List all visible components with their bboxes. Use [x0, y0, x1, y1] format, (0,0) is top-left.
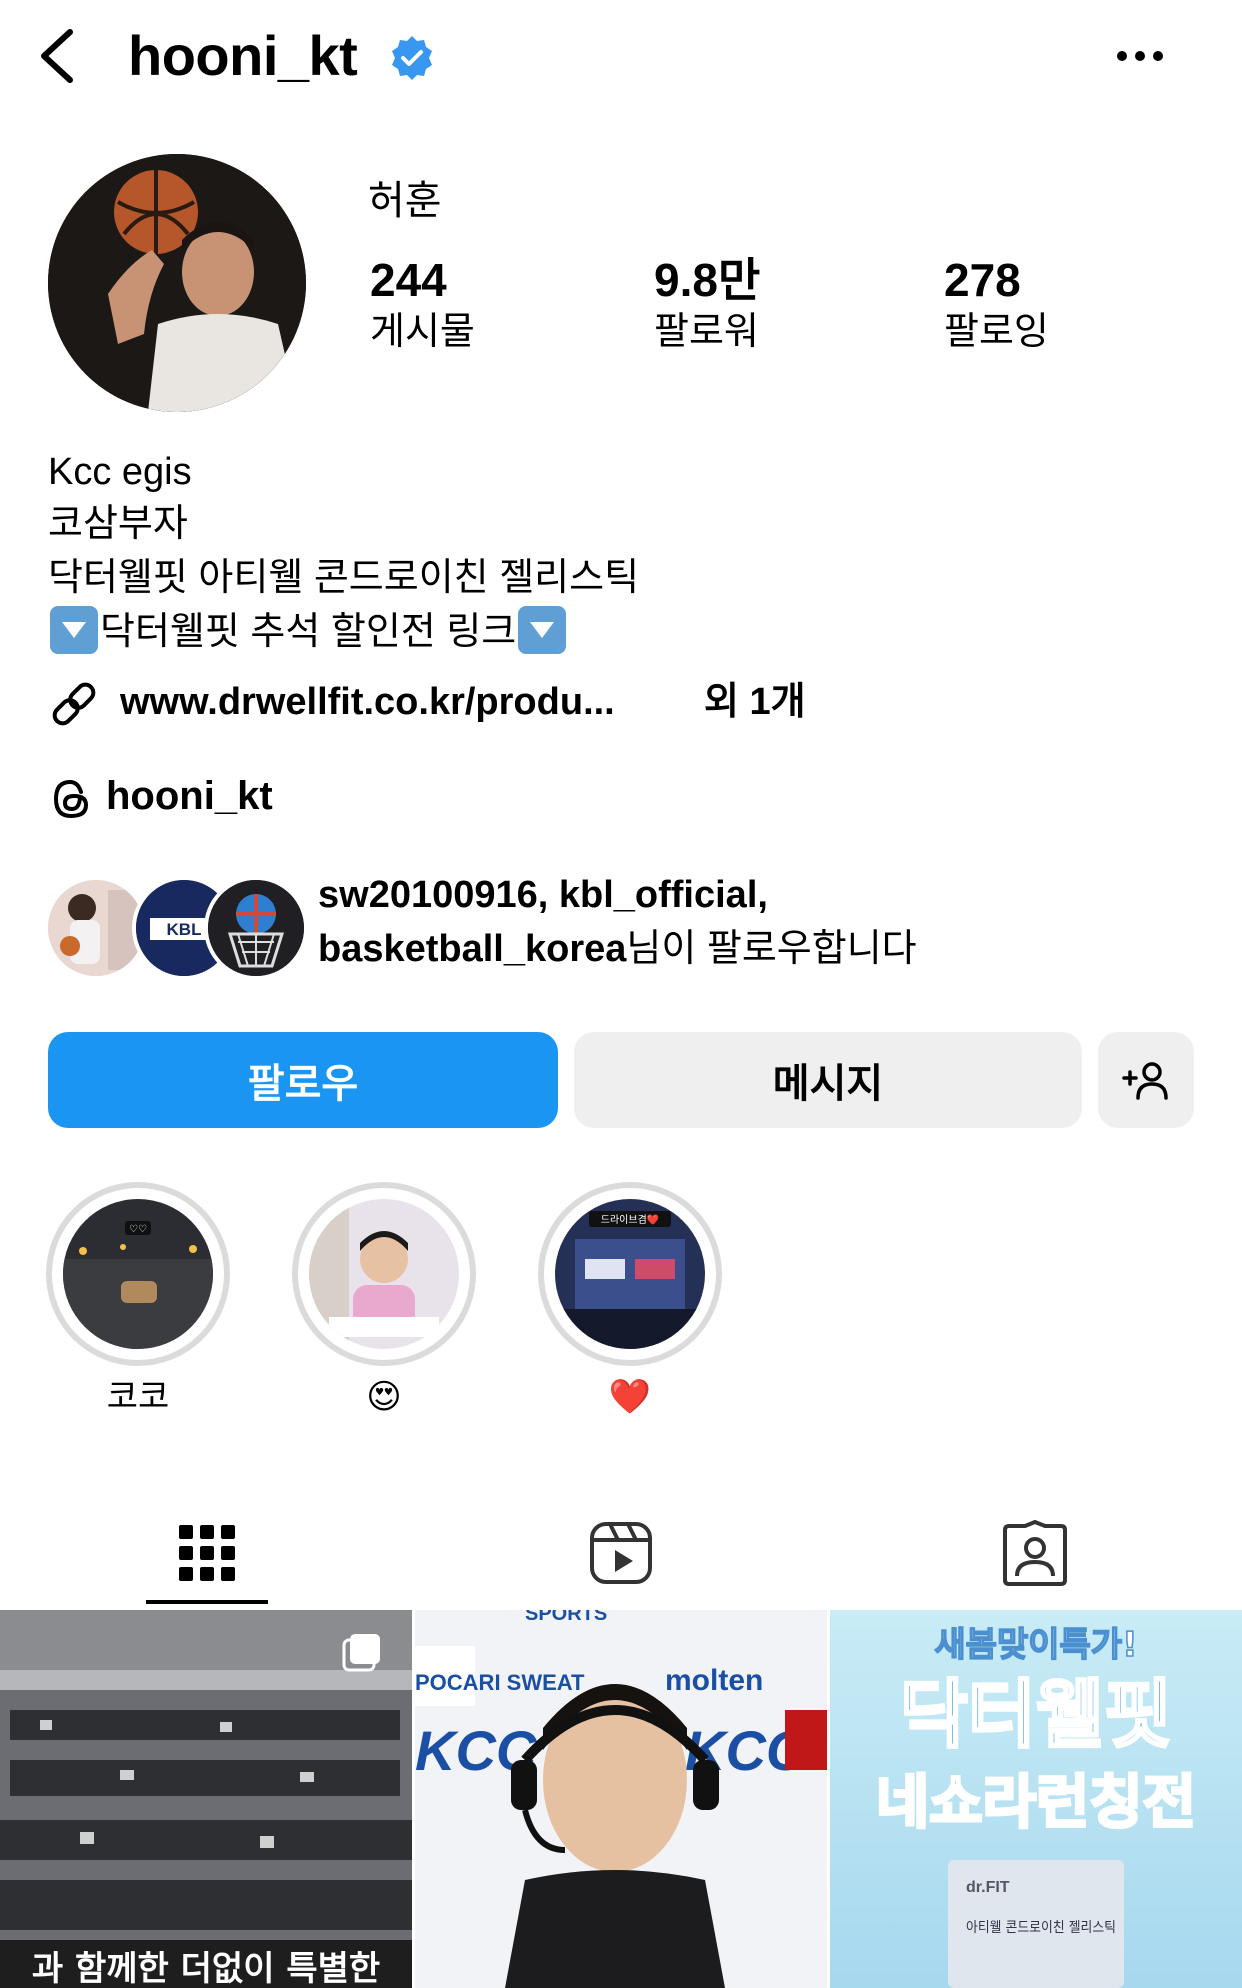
- stat-value: 9.8만: [654, 254, 761, 306]
- tab-tagged[interactable]: [828, 1500, 1242, 1606]
- mutual-avatar-photo: [48, 880, 144, 976]
- profile-avatar[interactable]: [48, 154, 306, 412]
- highlight-badge: 드라이브겸❤️: [601, 1214, 660, 1226]
- link-url[interactable]: www.drwellfit.co.kr/produ...: [120, 674, 615, 730]
- more-horizontal-icon: [1117, 51, 1163, 61]
- bio-line: 닥터웰핏 아티웰 콘드로이친 젤리스틱: [48, 557, 640, 599]
- tab-reels[interactable]: [414, 1500, 828, 1606]
- tagged-icon: [1003, 1520, 1067, 1586]
- post-sign: SPORTS: [525, 1610, 607, 1625]
- link-icon: [52, 682, 96, 726]
- product-name: 아티웰 콘드로이친 젤리스틱: [966, 1920, 1116, 1936]
- highlight-cover: ♡♡: [63, 1199, 213, 1349]
- message-button[interactable]: 메시지: [574, 1032, 1082, 1128]
- story-highlight[interactable]: 드라이브겸❤️ ❤️: [534, 1182, 726, 1420]
- stat-label: 게시물: [370, 311, 475, 353]
- story-highlight[interactable]: ♡♡ 코코: [42, 1182, 234, 1420]
- highlight-label: 😍: [366, 1378, 402, 1416]
- highlight-cover: [309, 1199, 459, 1349]
- back-button[interactable]: [28, 18, 88, 94]
- story-highlight[interactable]: 😍: [288, 1182, 480, 1420]
- active-tab-indicator: [146, 1600, 268, 1604]
- threads-handle: hooni_kt: [106, 774, 273, 818]
- more-options-button[interactable]: [1108, 30, 1172, 82]
- post-thumbnail[interactable]: 새봄맞이특가! 닥터웰핏 네쇼라런칭전 dr.FIT 아티웰 콘드로이친 젤리스…: [830, 1610, 1242, 1988]
- avatar-photo: [48, 154, 306, 412]
- multiple-photos-icon: [342, 1634, 380, 1672]
- basketball-hoop-icon: [208, 880, 304, 976]
- mutual-names-line2: basketball_korea님이 팔로우합니다: [318, 922, 917, 976]
- bio-promo-line: 닥터웰핏 추석 할인전 링크: [48, 606, 568, 658]
- mutual-follower-avatar[interactable]: [204, 876, 308, 980]
- highlight-ring: [292, 1182, 476, 1366]
- suggested-users-button[interactable]: [1098, 1032, 1194, 1128]
- follow-button[interactable]: 팔로우: [48, 1032, 558, 1128]
- tab-posts-grid[interactable]: [0, 1500, 414, 1606]
- post-sign: molten: [665, 1664, 763, 1697]
- promo-title-2: 네쇼라런칭전: [876, 1768, 1196, 1836]
- stat-value: 278: [944, 254, 1021, 306]
- threads-icon: [53, 779, 89, 819]
- add-person-icon: [1122, 1062, 1168, 1100]
- posts-count[interactable]: 244 게시물: [370, 252, 600, 356]
- highlight-cover: 드라이브겸❤️: [555, 1199, 705, 1349]
- highlight-ring: 드라이브겸❤️: [538, 1182, 722, 1366]
- header-username: hooni_kt: [128, 24, 358, 87]
- mutual-followers-text[interactable]: sw20100916, kbl_official, basketball_kor…: [318, 868, 917, 976]
- display-name: 허훈: [368, 179, 442, 223]
- post-image: 새봄맞이특가! 닥터웰핏 네쇼라런칭전 dr.FIT 아티웰 콘드로이친 젤리스…: [830, 1610, 1242, 1988]
- down-arrow-emoji-icon: [50, 606, 98, 654]
- post-caption: 과 함께한 더없이 특별한: [32, 1949, 380, 1988]
- reels-icon: [590, 1522, 652, 1584]
- stat-label: 팔로워: [654, 311, 759, 353]
- stat-label: 팔로잉: [944, 311, 1049, 353]
- link-more-count[interactable]: 외 1개: [704, 674, 806, 730]
- bio-promo-text: 닥터웰핏 추석 할인전 링크: [100, 611, 517, 653]
- bio-line: Kcc egis: [48, 451, 192, 493]
- verified-badge-icon: [392, 36, 432, 80]
- mutual-names: sw20100916, kbl_official,: [318, 874, 768, 916]
- stat-value: 244: [370, 254, 447, 306]
- highlight-ring: ♡♡: [46, 1182, 230, 1366]
- post-thumbnail[interactable]: SPORTS POCARI SWEAT molten KCC KCC: [415, 1610, 827, 1988]
- down-arrow-emoji-icon: [518, 606, 567, 654]
- post-sign: POCARI SWEAT: [415, 1670, 585, 1695]
- promo-top-text: 새봄맞이특가!: [934, 1625, 1137, 1665]
- promo-title-1: 닥터웰핏: [900, 1672, 1172, 1758]
- post-image: SPORTS POCARI SWEAT molten KCC KCC: [415, 1610, 827, 1988]
- svg-text:KBL: KBL: [167, 920, 202, 939]
- highlight-label: ❤️: [608, 1378, 652, 1416]
- product-brand: dr.FIT: [966, 1879, 1010, 1896]
- grid-icon: [179, 1525, 235, 1581]
- mutual-name-last: basketball_korea: [318, 928, 627, 970]
- highlight-badge: ♡♡: [129, 1224, 147, 1235]
- highlight-label: 코코: [106, 1378, 170, 1416]
- post-thumbnail[interactable]: 과 함께한 더없이 특별한: [0, 1610, 412, 1988]
- following-count[interactable]: 278 팔로잉: [944, 252, 1174, 356]
- followers-count[interactable]: 9.8만 팔로워: [654, 252, 884, 356]
- bio-line: 코삼부자: [48, 503, 188, 545]
- chevron-left-icon: [41, 29, 73, 83]
- mutual-suffix: 님이 팔로우합니다: [626, 928, 917, 970]
